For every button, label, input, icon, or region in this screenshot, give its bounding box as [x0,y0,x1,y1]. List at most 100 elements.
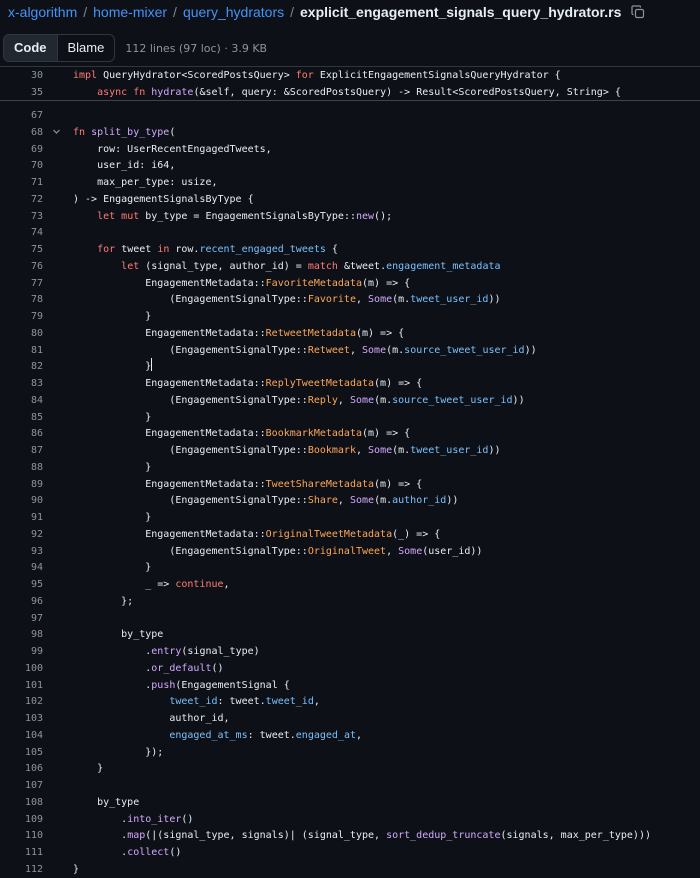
line-number[interactable]: 96 [0,593,43,610]
line-number[interactable]: 110 [0,827,43,844]
code-token: tweet_id [169,696,218,708]
line-number[interactable]: 68 [0,124,43,141]
code-text: } [73,760,103,777]
line-number[interactable]: 112 [0,861,43,878]
line-number[interactable]: 92 [0,526,43,543]
line-number[interactable]: 100 [0,660,43,677]
code-line: 75 for tweet in row.recent_engaged_tweet… [0,241,700,258]
code-line: 108 by_type [0,794,700,811]
code-token: Some [349,394,375,406]
line-number[interactable]: 109 [0,811,43,828]
line-number[interactable]: 111 [0,844,43,861]
line-number[interactable]: 106 [0,760,43,777]
line-number[interactable]: 99 [0,643,43,660]
code-line: 91 } [0,509,700,526]
line-number[interactable]: 86 [0,425,43,442]
line-number[interactable]: 73 [0,208,43,225]
code-token: tweet_user_id [410,445,489,456]
line-number[interactable]: 67 [0,107,43,124]
code-line: 96 }; [0,593,700,610]
copy-path-icon[interactable] [631,5,645,19]
line-number[interactable]: 104 [0,727,43,744]
line-number[interactable]: 89 [0,476,43,493]
breadcrumb-separator: / [290,4,294,20]
code-line: 99 .entry(signal_type) [0,643,700,660]
line-number[interactable]: 91 [0,509,43,526]
line-number[interactable]: 30 [0,67,43,84]
code-line: 95 _ => continue, [0,576,700,593]
code-text: async fn hydrate(&self, query: &ScoredPo… [73,84,621,101]
code-token: author_id, [73,713,230,724]
line-number[interactable]: 71 [0,174,43,191]
code-line: 30 impl QueryHydrator<ScoredPostsQuery> f… [0,67,700,84]
code-token: Favorite [307,294,356,306]
line-number[interactable]: 80 [0,325,43,342]
code-text: .push(EngagementSignal { [73,677,290,694]
line-number[interactable]: 102 [0,693,43,710]
code-token: EngagementMetadata:: [73,378,266,389]
line-number[interactable]: 103 [0,710,43,727]
code-tab[interactable]: Code [4,35,58,61]
breadcrumb-folder-link[interactable]: home-mixer [93,4,167,20]
code-text: .collect() [73,844,181,861]
code-token: )) [512,394,525,406]
code-text: } [73,559,151,576]
code-token: or_default [151,662,212,674]
line-number[interactable]: 72 [0,191,43,208]
line-number[interactable]: 79 [0,308,43,325]
line-number[interactable]: 98 [0,626,43,643]
code-token: Some [398,545,423,557]
code-token: (signal_type) [181,646,260,657]
blame-tab[interactable]: Blame [58,35,115,61]
code-line: 73 let mut by_type = EngagementSignalsBy… [0,208,700,225]
line-number[interactable]: 84 [0,392,43,409]
code-token: } [73,411,152,423]
line-number[interactable]: 94 [0,559,43,576]
code-line: 79 } [0,308,700,325]
code-token: by_type = EngagementSignalsByType:: [145,210,356,222]
line-number[interactable]: 81 [0,342,43,359]
line-number[interactable]: 88 [0,459,43,476]
chevron-down-icon[interactable] [52,124,61,141]
line-number[interactable]: 69 [0,141,43,158]
line-number[interactable]: 105 [0,744,43,761]
line-number[interactable]: 107 [0,777,43,794]
line-number[interactable]: 97 [0,610,43,627]
code-token: } [73,311,152,322]
line-number[interactable]: 101 [0,677,43,694]
code-token: (); [374,210,393,222]
line-number[interactable]: 90 [0,492,43,509]
code-text: max_per_type: usize, [73,174,217,191]
breadcrumb-subfolder-link[interactable]: query_hydrators [183,4,284,20]
code-token: }; [73,595,134,607]
line-number[interactable]: 77 [0,275,43,292]
line-number[interactable]: 85 [0,409,43,426]
code-token: fn [73,126,92,138]
code-line: 70 user_id: i64, [0,157,700,174]
code-token: async fn [97,87,152,98]
code-token: (EngagementSignalType:: [73,394,308,406]
line-number[interactable]: 78 [0,291,43,308]
code-token: TweetShareMetadata [265,478,375,490]
code-token: : tweet. [247,729,296,741]
code-line: 87 (EngagementSignalType::Bookmark, Some… [0,442,700,459]
line-number[interactable]: 83 [0,375,43,392]
line-number[interactable]: 76 [0,258,43,275]
code-token: (m. [392,294,411,306]
code-token: (EngagementSignal { [175,679,290,691]
line-number[interactable]: 95 [0,576,43,593]
line-number[interactable]: 74 [0,224,43,241]
line-number[interactable]: 82 [0,358,43,375]
line-number[interactable]: 93 [0,543,43,560]
code-token: } [73,512,152,523]
code-line: 69 row: UserRecentEngagedTweets, [0,141,700,158]
code-token: (signals, max_per_type))) [500,830,651,842]
line-number[interactable]: 87 [0,442,43,459]
code-line: 74 [0,224,700,241]
code-token: : tweet. [217,696,266,708]
line-number[interactable]: 108 [0,794,43,811]
line-number[interactable]: 70 [0,157,43,174]
line-number[interactable]: 75 [0,241,43,258]
breadcrumb-repo-link[interactable]: x-algorithm [8,4,77,20]
line-number[interactable]: 35 [0,84,43,101]
